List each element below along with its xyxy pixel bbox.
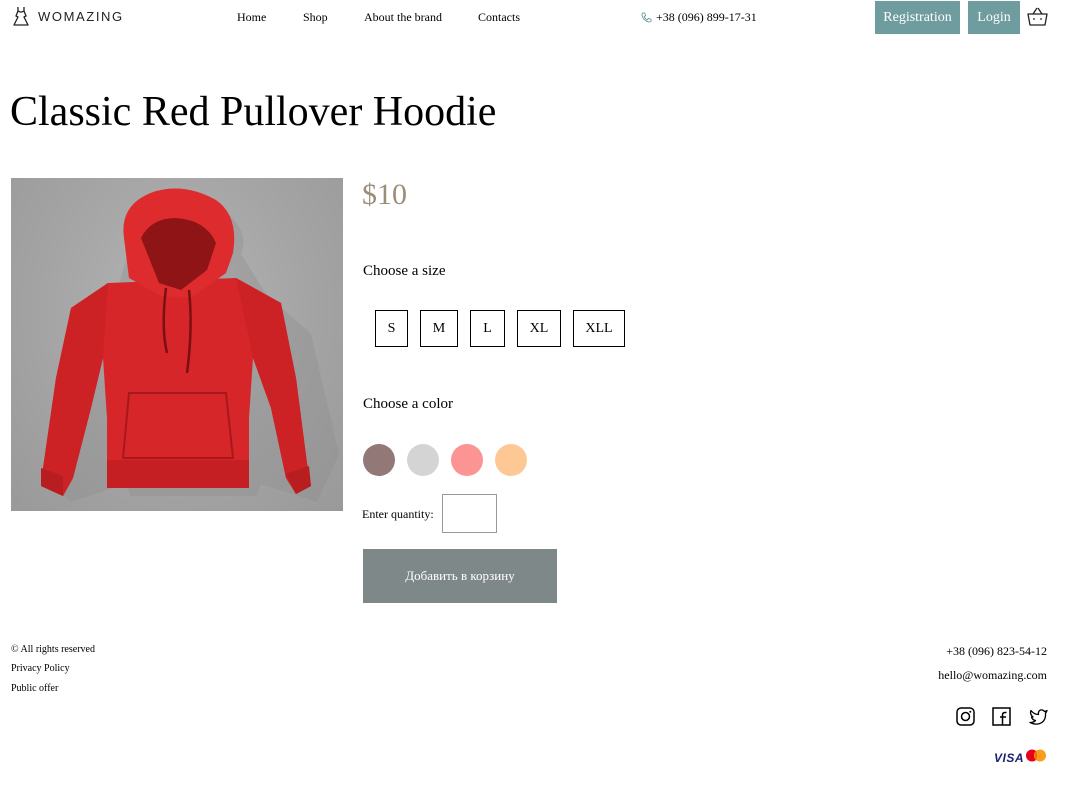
logo-text: WOMAZING: [38, 8, 124, 24]
phone-icon: [641, 12, 652, 23]
mastercard-logo: [1026, 749, 1046, 762]
product-image: [11, 178, 343, 511]
size-option-xl[interactable]: XL: [517, 310, 561, 347]
color-swatch-pink[interactable]: [451, 444, 483, 476]
logo[interactable]: WOMAZING: [12, 6, 124, 26]
add-to-cart-button[interactable]: Добавить в корзину: [363, 549, 557, 603]
registration-button[interactable]: Registration: [875, 1, 960, 34]
color-swatch-mauve[interactable]: [363, 444, 395, 476]
footer-rights: © All rights reserved: [11, 644, 95, 655]
twitter-icon[interactable]: [1029, 707, 1048, 726]
login-button[interactable]: Login: [968, 1, 1020, 34]
facebook-icon[interactable]: [992, 707, 1011, 726]
nav-contacts[interactable]: Contacts: [478, 10, 520, 25]
nav-home[interactable]: Home: [237, 10, 266, 25]
footer-offer-link[interactable]: Public offer: [11, 683, 58, 694]
footer-privacy-link[interactable]: Privacy Policy: [11, 663, 70, 674]
nav-about-brand[interactable]: About the brand: [364, 10, 442, 25]
color-swatch-peach[interactable]: [495, 444, 527, 476]
color-label: Choose a color: [363, 396, 453, 412]
color-swatch-light-gray[interactable]: [407, 444, 439, 476]
quantity-label: Enter quantity:: [362, 507, 434, 521]
visa-logo: VISA: [994, 751, 1025, 765]
site-header: WOMAZING Home Shop About the brand Conta…: [0, 0, 1091, 34]
footer-phone[interactable]: +38 (096) 823-54-12: [946, 644, 1047, 659]
size-option-l[interactable]: L: [470, 310, 505, 347]
footer-email[interactable]: hello@womazing.com: [938, 668, 1047, 683]
instagram-icon[interactable]: [956, 707, 975, 726]
header-phone-number: +38 (096) 899-17-31: [656, 10, 757, 24]
hoodie-illustration: [41, 188, 339, 502]
product-price: $10: [362, 178, 407, 211]
size-label: Choose a size: [363, 263, 446, 279]
size-option-s[interactable]: S: [375, 310, 408, 347]
size-option-m[interactable]: M: [420, 310, 458, 347]
cart-icon[interactable]: [1027, 7, 1048, 27]
header-phone[interactable]: +38 (096) 899-17-31: [641, 10, 757, 25]
quantity-input[interactable]: [442, 494, 497, 533]
product-title: Classic Red Pullover Hoodie: [10, 89, 497, 135]
nav-shop[interactable]: Shop: [303, 10, 328, 25]
size-option-xll[interactable]: XLL: [573, 310, 625, 347]
dress-icon: [13, 7, 29, 26]
